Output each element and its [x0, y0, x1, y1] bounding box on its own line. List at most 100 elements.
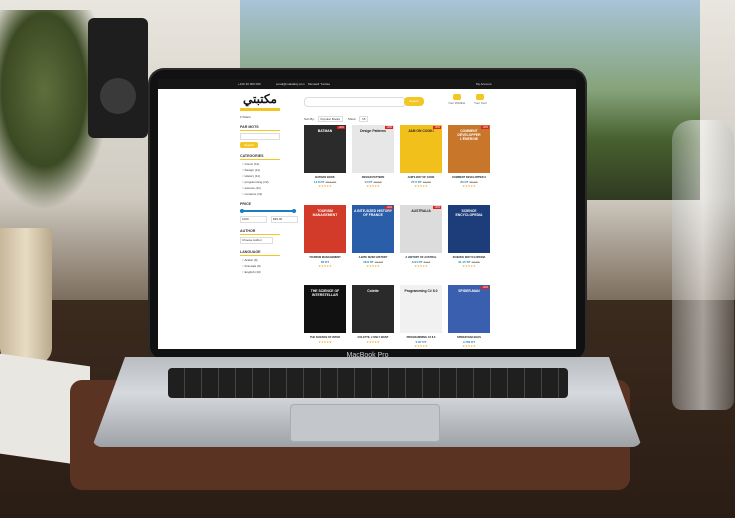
book-cover[interactable]: Colette: [352, 285, 394, 333]
topbar-phone: +216 20 000 000: [238, 82, 261, 86]
product-card[interactable]: Design Patterns -20% DESIGN PATTERN 14 DT18…: [352, 125, 394, 199]
book-cover[interactable]: Programming C# 8.0: [400, 285, 442, 333]
heart-icon: [452, 94, 461, 100]
background-speaker: [88, 18, 148, 138]
rating-stars: ★★★★★: [366, 184, 380, 188]
product-title[interactable]: SPIDER MAN BLES: [448, 336, 490, 339]
product-title[interactable]: DESIGN PATTERN: [352, 176, 394, 179]
product-card[interactable]: SCIENCE ENCYCLOPEDIA SCIENCE ENCYCLOPEDIA…: [448, 205, 490, 279]
book-cover[interactable]: SCIENCE ENCYCLOPEDIA: [448, 205, 490, 253]
category-item[interactable]: ○ History (11): [242, 174, 300, 178]
sort-label: Sort By:: [304, 117, 315, 121]
product-title[interactable]: JAM'S WAY OF COOK: [400, 176, 442, 179]
author-select[interactable]: Choose Author: [240, 236, 273, 244]
laptop-trackpad: [290, 404, 440, 442]
rating-stars: ★★★★★: [366, 264, 380, 268]
product-title[interactable]: COLETTE, L'ONLY WANT: [352, 336, 394, 339]
category-item[interactable]: ○ science (11): [242, 186, 300, 190]
product-title[interactable]: THE SCIENCE OF INTER: [304, 336, 346, 339]
language-heading: LANGUAGE: [240, 249, 261, 254]
rating-stars: ★★★★★: [462, 264, 476, 268]
show-select[interactable]: 15: [359, 116, 369, 122]
book-cover-title: SCIENCE ENCYCLOPEDIA: [455, 209, 483, 217]
category-item[interactable]: ○ Design (11): [242, 168, 300, 172]
product-title[interactable]: A HISTORY OF AUSTRAL: [400, 256, 442, 259]
divider: [240, 130, 280, 131]
categories-list: ○ Comic (12) ○ Design (11) ○ History (11) ○…: [240, 162, 300, 196]
sale-badge: -20%: [481, 286, 489, 289]
site-topbar: +216 20 000 000 email@maktabty.com Monas…: [158, 79, 576, 89]
wishlist-link[interactable]: Your Wishlist: [448, 94, 465, 105]
cart-link[interactable]: Your Cart: [474, 94, 487, 105]
price-max-input[interactable]: $99.00: [271, 215, 298, 223]
language-item[interactable]: ○ English (10): [242, 270, 300, 274]
divider: [240, 254, 280, 256]
product-title[interactable]: COMMENT DEVELOPPER A: [448, 176, 490, 179]
rating-stars: ★★★★★: [414, 184, 428, 188]
topbar-account[interactable]: My Account: [476, 79, 492, 89]
book-cover[interactable]: BATMAN -20%: [304, 125, 346, 173]
sale-badge: -20%: [385, 206, 393, 209]
category-item[interactable]: ○ programming (12): [242, 180, 300, 184]
search-button[interactable]: Search: [404, 97, 424, 106]
product-card[interactable]: A BITE-SIZED HISTORY OF FRANCE -20% A BITE…: [352, 205, 394, 279]
filters-label[interactable]: ≡ Filters: [240, 115, 300, 119]
book-cover-title: A BITE-SIZED HISTORY OF FRANCE: [354, 209, 392, 217]
category-item[interactable]: ○ romance (11): [242, 192, 300, 196]
author-heading: AUTHOR: [240, 228, 256, 233]
keywords-search-button[interactable]: Search: [240, 142, 258, 148]
price-range-slider[interactable]: [240, 208, 296, 212]
book-cover[interactable]: Design Patterns -20%: [352, 125, 394, 173]
book-cover-title: Colette: [367, 289, 379, 293]
product-title[interactable]: TOURISM MANAGEMENT: [304, 256, 346, 259]
language-item[interactable]: ○ Francais (9): [242, 264, 300, 268]
product-card[interactable]: Colette COLETTE, L'ONLY WANT ★★★★★: [352, 285, 394, 349]
product-title[interactable]: A BITE SIZED HISTORY: [352, 256, 394, 259]
glass-bottle: [672, 120, 734, 410]
cart-icon: [476, 94, 485, 100]
rating-stars: ★★★★★: [318, 184, 332, 188]
language-item[interactable]: ○ Arabic (9): [242, 258, 300, 262]
topbar-email[interactable]: email@maktabty.com: [276, 79, 305, 89]
sort-bar: Sort By: Popular Books Show: 15: [304, 116, 369, 122]
keywords-input[interactable]: [240, 133, 280, 140]
product-card[interactable]: JAM ON COOK! -20% JAM'S WAY OF COOK 27.6 DT…: [400, 125, 442, 199]
book-cover-title: BATMAN: [317, 129, 333, 133]
book-cover-title: Programming C# 8.0: [404, 289, 438, 293]
book-cover-title: AUSTRALIA: [411, 209, 431, 213]
product-title[interactable]: BATMAN BOOK: [304, 176, 346, 179]
product-card[interactable]: THE SCIENCE OF INTERSTELLAR THE SCIENCE O…: [304, 285, 346, 349]
price-min-input[interactable]: 1000: [240, 215, 267, 223]
book-cover[interactable]: A BITE-SIZED HISTORY OF FRANCE -20%: [352, 205, 394, 253]
wishlist-label: Your Wishlist: [448, 101, 466, 105]
book-cover[interactable]: JAM ON COOK! -20%: [400, 125, 442, 173]
sale-badge: -20%: [385, 126, 393, 129]
sale-badge: -20%: [481, 126, 489, 129]
laptop-keyboard: [168, 368, 568, 398]
show-label: Show:: [347, 117, 357, 121]
book-cover[interactable]: TOURISM MANAGEMENT: [304, 205, 346, 253]
product-title[interactable]: SCIENCE ENCYCLOPEDIA: [448, 256, 490, 259]
book-cover-title: SPIDER-MAN: [458, 289, 480, 293]
rating-stars: ★★★★★: [462, 184, 476, 188]
book-cover[interactable]: THE SCIENCE OF INTERSTELLAR: [304, 285, 346, 333]
sort-select[interactable]: Popular Books: [317, 116, 344, 122]
product-card[interactable]: BATMAN -20% BATMAN BOOK 14.8 DT18.5 DT ★★★★★: [304, 125, 346, 199]
product-card[interactable]: COMMENT DÉVELOPPER L'ÉNERGIE -20% COMMENT …: [448, 125, 490, 199]
product-card[interactable]: SPIDER-MAN -20% SPIDER MAN BLES 4.783 DT ★★★…: [448, 285, 490, 349]
product-title[interactable]: PROGRAMMING C# 8.0: [400, 336, 442, 339]
rating-stars: ★★★★★: [462, 344, 476, 348]
mug: [0, 228, 52, 364]
product-card[interactable]: Programming C# 8.0 PROGRAMMING C# 8.0 5.87…: [400, 285, 442, 349]
search-input[interactable]: [304, 97, 406, 107]
book-cover[interactable]: AUSTRALIA -20%: [400, 205, 442, 253]
rating-stars: ★★★★★: [414, 344, 428, 348]
product-card[interactable]: TOURISM MANAGEMENT TOURISM MANAGEMENT 80 D…: [304, 205, 346, 279]
keywords-heading: PAR MOTS: [240, 125, 259, 129]
book-cover-title: Design Patterns: [360, 129, 386, 133]
book-cover[interactable]: SPIDER-MAN -20%: [448, 285, 490, 333]
category-item[interactable]: ○ Comic (12): [242, 162, 300, 166]
book-cover[interactable]: COMMENT DÉVELOPPER L'ÉNERGIE -20%: [448, 125, 490, 173]
product-card[interactable]: AUSTRALIA -20% A HISTORY OF AUSTRAL 6.94 DT…: [400, 205, 442, 279]
rating-stars: ★★★★★: [414, 264, 428, 268]
